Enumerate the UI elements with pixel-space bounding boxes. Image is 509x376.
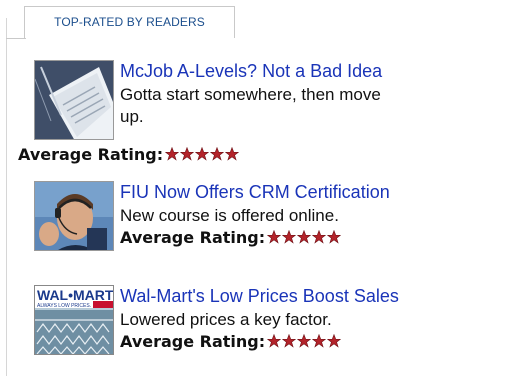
star-icon	[297, 334, 312, 348]
rating-stars	[165, 146, 240, 166]
walmart-store-photo[interactable]: WAL•MART ALWAYS LOW PRICES.	[34, 285, 114, 355]
tab-top-rated[interactable]: TOP-RATED BY READERS	[24, 6, 235, 38]
resume-paper-image[interactable]	[34, 60, 114, 140]
star-icon	[225, 147, 240, 161]
article-title-link[interactable]: FIU Now Offers CRM Certification	[120, 181, 505, 203]
star-icon	[267, 230, 282, 244]
rating-row: Average Rating:	[120, 332, 342, 353]
star-icon	[327, 334, 342, 348]
article-title-link[interactable]: Wal-Mart's Low Prices Boost Sales	[120, 285, 505, 307]
star-icon	[282, 334, 297, 348]
article-item: WAL•MART ALWAYS LOW PRICES. Wal-Mart's L…	[0, 285, 509, 357]
article-item: McJob A-Levels? Not a Bad Idea Gotta sta…	[0, 60, 509, 140]
rating-row: Average Rating:	[120, 228, 342, 249]
star-icon	[210, 147, 225, 161]
star-icon	[327, 230, 342, 244]
headset-agent-photo[interactable]	[34, 181, 114, 251]
rating-row: Average Rating:	[18, 145, 240, 166]
article-description: Gotta start somewhere, then move up.	[120, 85, 381, 126]
star-icon	[312, 230, 327, 244]
article-description: New course is offered online.	[120, 206, 339, 225]
article-title-link[interactable]: McJob A-Levels? Not a Bad Idea	[120, 60, 505, 82]
star-icon	[180, 147, 195, 161]
rating-label: Average Rating:	[18, 145, 164, 164]
rating-label: Average Rating:	[120, 228, 266, 247]
star-icon	[282, 230, 297, 244]
walmart-slogan-text: ALWAYS LOW PRICES.	[37, 303, 91, 309]
article-item: FIU Now Offers CRM Certification New cou…	[0, 181, 509, 253]
rating-stars	[267, 229, 342, 249]
article-description: Lowered prices a key factor.	[120, 310, 332, 329]
star-icon	[312, 334, 327, 348]
top-rated-widget: TOP-RATED BY READERS McJob A-Levels? Not…	[0, 0, 509, 376]
rating-stars	[267, 333, 342, 353]
walmart-logo-text: WAL•MART	[37, 287, 114, 303]
star-icon	[195, 147, 210, 161]
tab-baseline	[6, 38, 26, 39]
star-icon	[267, 334, 282, 348]
star-icon	[297, 230, 312, 244]
tab-row: TOP-RATED BY READERS	[0, 0, 509, 40]
rating-label: Average Rating:	[120, 332, 266, 351]
star-icon	[165, 147, 180, 161]
